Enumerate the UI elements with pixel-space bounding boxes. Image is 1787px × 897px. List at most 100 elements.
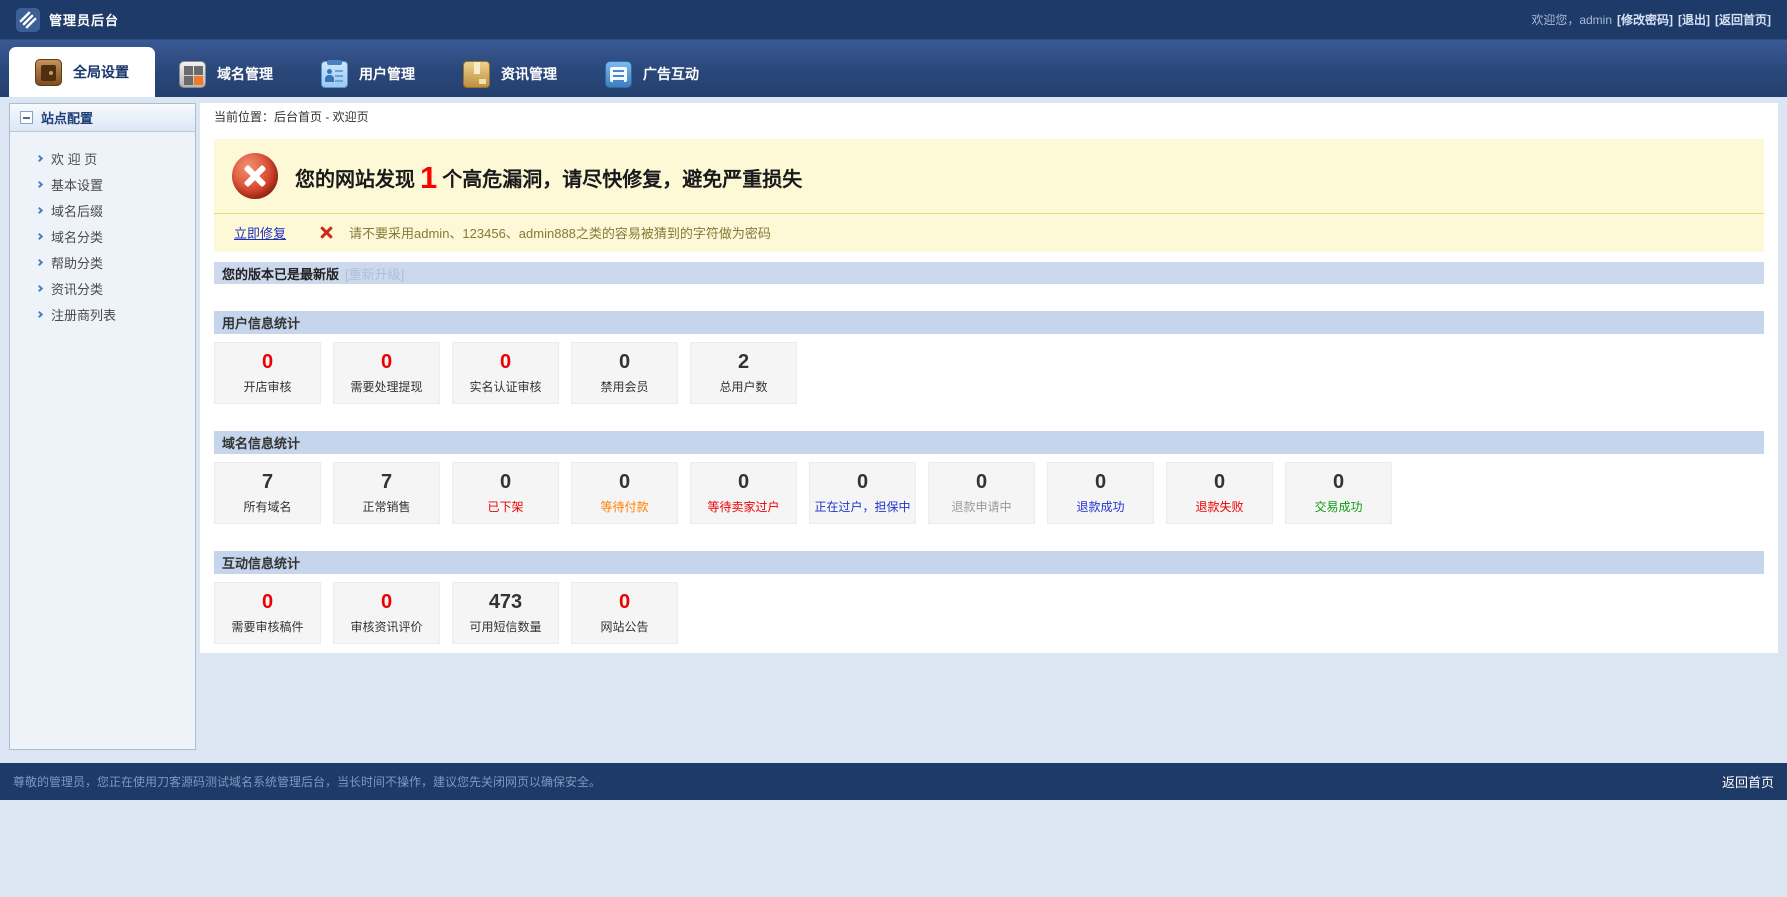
topbar-link[interactable]: [退出] [1678,11,1710,28]
stat-value: 0 [1214,472,1225,492]
version-status-text: 您的版本已是最新版 [222,264,339,283]
tab-label: 用户管理 [359,64,415,84]
warning-message: 您的网站发现1个高危漏洞，请尽快修复，避免严重损失 [295,158,802,194]
sidebar-item[interactable]: 基本设置 [10,171,195,197]
stat-value: 0 [262,592,273,612]
topbar-user-area: 欢迎您，admin [修改密码][退出][返回首页] [1531,11,1771,28]
sidebar-item-label: 资讯分类 [51,279,103,298]
sidebar-menu: 欢 迎 页基本设置域名后缀域名分类帮助分类资讯分类注册商列表 [10,132,195,327]
chevron-right-icon [36,232,43,239]
sidebar-item[interactable]: 资讯分类 [10,275,195,301]
sidebar-item-label: 基本设置 [51,175,103,194]
app-logo-icon [16,8,40,32]
chevron-right-icon [36,284,43,291]
stat-label: 正在过户，担保中 [814,498,910,515]
footer-home-link[interactable]: 返回首页 [1722,772,1774,791]
sidebar-item-label: 域名分类 [51,227,103,246]
sidebar-item-label: 注册商列表 [51,305,116,324]
stat-value: 0 [857,472,868,492]
stat-box[interactable]: 0 等待付款 [571,462,678,524]
user-manage-icon [321,61,348,88]
red-x-icon [319,225,334,240]
stat-box[interactable]: 0 网站公告 [571,582,678,644]
sidebar-group-title: 站点配置 [41,108,93,127]
tab-全局设置[interactable]: 全局设置 [9,47,155,97]
stat-value: 0 [976,472,987,492]
stat-value: 0 [619,592,630,612]
ad-interact-icon [605,61,632,88]
stat-box[interactable]: 0交易成功 [1285,462,1392,524]
stat-label: 等待付款 [600,498,648,515]
stat-box[interactable]: 0开店审核 [214,342,321,404]
sidebar-item[interactable]: 帮助分类 [10,249,195,275]
chevron-right-icon [36,206,43,213]
stat-label: 退款成功 [1076,498,1124,515]
password-tip-text: 请不要采用admin、123456、admin888之类的容易被猜到的字符做为密… [349,223,771,242]
stat-box[interactable]: 7正常销售 [333,462,440,524]
stat-box[interactable]: 0实名认证审核 [452,342,559,404]
stat-box[interactable]: 7所有域名 [214,462,321,524]
sidebar-item[interactable]: 欢 迎 页 [10,145,195,171]
stat-box[interactable]: 0 等待卖家过户 [690,462,797,524]
stat-value: 473 [489,592,522,612]
stat-value: 0 [381,352,392,372]
sidebar-item-label: 帮助分类 [51,253,103,272]
sidebar-item-label: 欢 迎 页 [51,149,97,168]
collapse-minus-icon[interactable] [20,111,33,124]
stat-box[interactable]: 0 禁用会员 [571,342,678,404]
tab-域名管理[interactable]: 域名管理 [155,51,297,97]
stats-row: 0开店审核 0 需要处理提现 0实名认证审核 0 禁用会员 2总用户数 [214,342,1764,404]
stat-value: 0 [500,472,511,492]
tab-资讯管理[interactable]: 资讯管理 [439,51,581,97]
sidebar-group-header[interactable]: 站点配置 [10,104,195,132]
stat-box[interactable]: 2总用户数 [690,342,797,404]
stat-value: 0 [619,472,630,492]
tab-广告互动[interactable]: 广告互动 [581,51,723,97]
stat-label: 可用短信数量 [469,618,541,635]
stat-box[interactable]: 0 需要审核稿件 [214,582,321,644]
stat-box[interactable]: 0退款失败 [1166,462,1273,524]
tab-label: 广告互动 [643,64,699,84]
app-title: 管理员后台 [49,10,119,29]
stat-label: 禁用会员 [600,378,648,395]
section-title: 域名信息统计 [214,431,1764,454]
stat-box[interactable]: 0 正在过户，担保中 [809,462,916,524]
re-upgrade-link[interactable]: [重新升级] [345,264,404,283]
tab-用户管理[interactable]: 用户管理 [297,51,439,97]
stat-box[interactable]: 473 可用短信数量 [452,582,559,644]
stat-label: 等待卖家过户 [707,498,779,515]
stat-label: 需要审核稿件 [231,618,303,635]
stat-box[interactable]: 0审核资讯评价 [333,582,440,644]
stat-value: 0 [619,352,630,372]
stats-row: 7所有域名7正常销售0已下架0等待付款0等待卖家过户0正在过户，担保中0退款申请… [214,462,1764,524]
stat-box[interactable]: 0已下架 [452,462,559,524]
stat-box[interactable]: 0 退款成功 [1047,462,1154,524]
content-wrapper: 站点配置 欢 迎 页基本设置域名后缀域名分类帮助分类资讯分类注册商列表 当前位置… [0,97,1787,750]
stat-value: 7 [381,472,392,492]
tab-bar: 全局设置 域名管理 用户管理 资讯管理 广告互动 [0,40,1787,97]
version-bar: 您的版本已是最新版 [重新升级] [214,262,1764,284]
stat-box[interactable]: 0退款申请中 [928,462,1035,524]
fix-now-link[interactable]: 立即修复 [234,223,286,242]
sidebar: 站点配置 欢 迎 页基本设置域名后缀域名分类帮助分类资讯分类注册商列表 [9,103,196,750]
footer-notice: 尊敬的管理员，您正在使用刀客源码测试域名系统管理后台，当长时间不操作，建议您先关… [13,773,601,790]
tab-label: 域名管理 [217,64,273,84]
chevron-right-icon [36,154,43,161]
top-bar: 管理员后台 欢迎您，admin [修改密码][退出][返回首页] [0,0,1787,40]
stat-label: 网站公告 [600,618,648,635]
stat-value: 0 [738,472,749,492]
sidebar-item[interactable]: 域名分类 [10,223,195,249]
stats-row: 0 需要审核稿件 0审核资讯评价 473 可用短信数量 0 网站公告 [214,582,1764,644]
stat-box[interactable]: 0 需要处理提现 [333,342,440,404]
stat-value: 7 [262,472,273,492]
sidebar-item[interactable]: 域名后缀 [10,197,195,223]
stat-value: 0 [1095,472,1106,492]
sidebar-item[interactable]: 注册商列表 [10,301,195,327]
chevron-right-icon [36,258,43,265]
topbar-link[interactable]: [修改密码] [1617,11,1673,28]
stat-label: 需要处理提现 [350,378,422,395]
stats-section: 用户信息统计0开店审核0需要处理提现0实名认证审核0禁用会员2总用户数 [214,311,1764,404]
domain-manage-icon [179,61,206,88]
topbar-link[interactable]: [返回首页] [1715,11,1771,28]
stat-label: 开店审核 [243,378,291,395]
